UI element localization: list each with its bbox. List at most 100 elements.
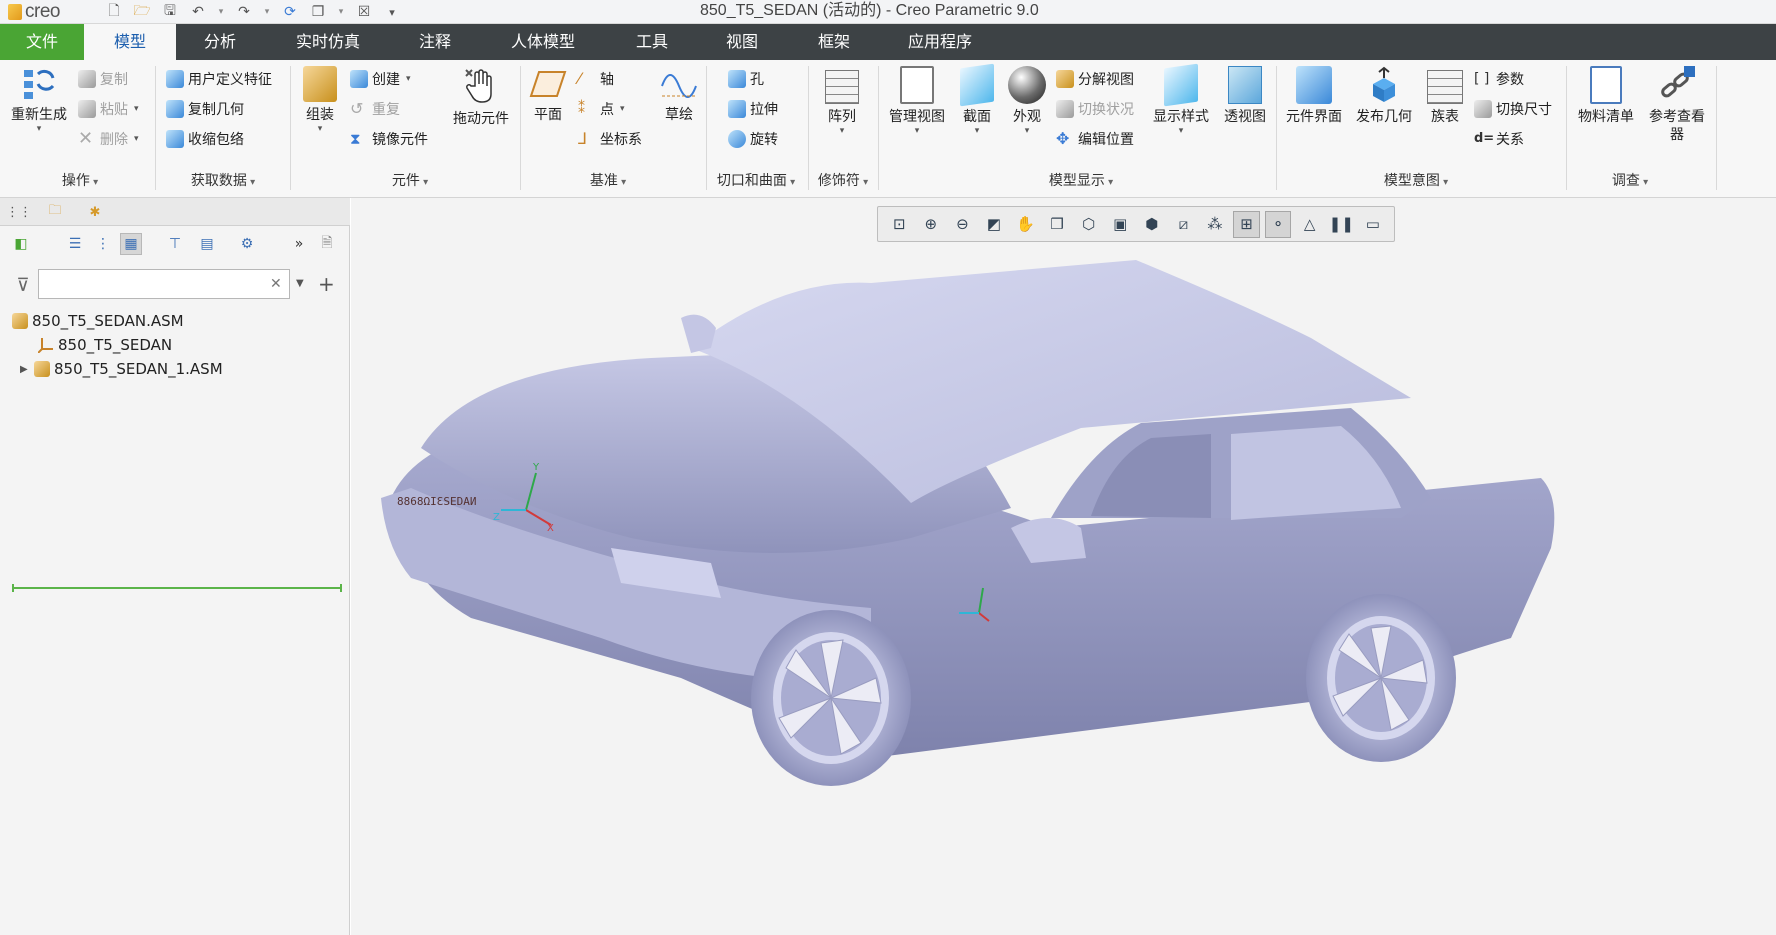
chevron-down-icon[interactable]: ▾: [1148, 126, 1214, 136]
tree-search-input[interactable]: [38, 269, 290, 299]
group-label-investigate[interactable]: 调查: [1590, 170, 1670, 190]
perspective-button[interactable]: 透视图: [1216, 66, 1274, 126]
chevron-down-icon[interactable]: ▾: [134, 104, 139, 114]
tab-framework[interactable]: 框架: [788, 24, 880, 60]
group-label-get-data[interactable]: 获取数据: [178, 170, 268, 190]
settings-gear-icon[interactable]: ⚙: [236, 233, 258, 255]
appearance-button[interactable]: 外观 ▾: [1004, 66, 1050, 136]
tree-item-csys[interactable]: 850_T5_SEDAN: [37, 334, 172, 356]
paste-button[interactable]: 粘贴 ▾: [78, 98, 139, 120]
explode-view-button[interactable]: 分解视图: [1056, 68, 1134, 90]
repeat-button[interactable]: ↺ 重复: [350, 98, 400, 120]
tree-structure-icon[interactable]: ⋮: [92, 233, 114, 255]
save-icon[interactable]: 🖫: [160, 3, 180, 21]
tab-manikin[interactable]: 人体模型: [478, 24, 608, 60]
tab-applications[interactable]: 应用程序: [880, 24, 1000, 60]
folder-browser-tab-icon[interactable]: 🗀: [44, 201, 66, 223]
axis-button[interactable]: ⁄ 轴: [578, 68, 614, 90]
mirror-component-button[interactable]: ⧗ 镜像元件: [350, 128, 428, 150]
tree-columns-icon[interactable]: ▦: [120, 233, 142, 255]
hole-button[interactable]: 孔: [728, 68, 764, 90]
relations-button[interactable]: d= 关系: [1474, 128, 1524, 150]
parameters-button[interactable]: [ ] 参数: [1474, 68, 1524, 90]
edit-position-button[interactable]: ✥ 编辑位置: [1056, 128, 1134, 150]
manage-views-button[interactable]: 管理视图 ▾: [882, 66, 952, 136]
more-chevron-icon[interactable]: »: [288, 233, 310, 255]
chevron-down-icon[interactable]: ▾: [882, 126, 952, 136]
shrinkwrap-button[interactable]: 收缩包络: [166, 128, 244, 150]
regenerate-button[interactable]: 重新生成 ▾: [4, 66, 74, 134]
chevron-down-icon[interactable]: ▾: [134, 134, 139, 144]
model-cube-icon[interactable]: ◧: [10, 233, 32, 255]
toggle-status-button[interactable]: 切换状况: [1056, 98, 1134, 120]
copy-button[interactable]: 复制: [78, 68, 128, 90]
group-label-datum[interactable]: 基准: [566, 170, 650, 190]
show-list-icon[interactable]: ☰: [64, 233, 86, 255]
windows-icon[interactable]: ❐: [308, 3, 328, 21]
tree-document-icon[interactable]: 🗎: [316, 233, 338, 255]
chevron-down-icon[interactable]: ▾: [620, 104, 625, 114]
model-tree-tab-icon[interactable]: ⋮⋮: [6, 201, 32, 223]
expand-arrow-icon[interactable]: ▶: [20, 364, 30, 375]
group-label-cut-surface[interactable]: 切口和曲面: [708, 170, 804, 190]
group-label-operations[interactable]: 操作: [40, 170, 120, 190]
clear-search-icon[interactable]: ✕: [270, 276, 282, 292]
regenerate-quick-icon[interactable]: ⟳: [280, 3, 300, 21]
chevron-down-icon[interactable]: ▾: [1004, 126, 1050, 136]
pattern-button[interactable]: 阵列 ▾: [812, 66, 872, 136]
csys-button[interactable]: ⅃ 坐标系: [578, 128, 642, 150]
create-button[interactable]: 创建 ▾: [350, 68, 411, 90]
switch-dimensions-button[interactable]: 切换尺寸: [1474, 98, 1552, 120]
filter-icon[interactable]: ⊽: [12, 274, 34, 296]
copy-geometry-button[interactable]: 复制几何: [166, 98, 244, 120]
assemble-button[interactable]: 组装 ▾: [294, 66, 346, 134]
display-style-button[interactable]: 显示样式 ▾: [1148, 63, 1214, 136]
customize-toolbar-icon[interactable]: ▾: [382, 3, 402, 21]
drag-component-button[interactable]: 拖动元件: [446, 66, 516, 128]
publish-geometry-button[interactable]: 发布几何: [1350, 66, 1418, 126]
tree-item-subassembly[interactable]: ▶ 850_T5_SEDAN_1.ASM: [20, 358, 223, 380]
chevron-down-icon[interactable]: ▾: [294, 124, 346, 134]
group-label-modifiers[interactable]: 修饰符: [808, 170, 878, 190]
tab-file[interactable]: 文件: [0, 24, 84, 60]
tab-annotate[interactable]: 注释: [392, 24, 478, 60]
chevron-down-icon[interactable]: ▾: [812, 126, 872, 136]
add-filter-icon[interactable]: +: [318, 272, 335, 296]
search-dropdown-icon[interactable]: ▼: [296, 278, 304, 289]
point-button[interactable]: ⁑ 点 ▾: [578, 98, 625, 120]
component-interface-button[interactable]: 元件界面: [1280, 66, 1348, 126]
favorites-tab-icon[interactable]: ✱: [84, 201, 106, 223]
section-button[interactable]: 截面 ▾: [954, 63, 1000, 136]
extrude-button[interactable]: 拉伸: [728, 98, 778, 120]
family-table-button[interactable]: 族表: [1420, 66, 1470, 126]
car-model-3d[interactable]: 8868ΩIƐSEDAИ Y X Z: [351, 198, 1776, 935]
sketch-button[interactable]: 草绘: [654, 66, 704, 124]
chevron-down-icon[interactable]: ▾: [406, 74, 411, 84]
insert-here-indicator[interactable]: [12, 584, 342, 592]
plane-button[interactable]: 平面: [524, 66, 572, 124]
open-folder-icon[interactable]: 🗁: [132, 3, 152, 21]
group-label-model-intent[interactable]: 模型意图: [1370, 170, 1462, 190]
undo-dropdown-icon[interactable]: ▾: [216, 3, 226, 21]
windows-dropdown-icon[interactable]: ▾: [336, 3, 346, 21]
reference-viewer-button[interactable]: 参考查看 器: [1642, 66, 1712, 144]
tree-item-assembly-root[interactable]: 850_T5_SEDAN.ASM: [12, 310, 184, 332]
new-file-icon[interactable]: 🗋: [104, 3, 124, 21]
delete-button[interactable]: ✕ 删除 ▾: [78, 128, 139, 150]
group-label-model-display[interactable]: 模型显示: [1036, 170, 1126, 190]
tab-model[interactable]: 模型: [84, 24, 176, 60]
udf-button[interactable]: 用户定义特征: [166, 68, 272, 90]
tab-tools[interactable]: 工具: [608, 24, 696, 60]
chevron-down-icon[interactable]: ▾: [4, 124, 74, 134]
graphics-viewport[interactable]: ⊡ ⊕ ⊖ ◩ ✋ ❒ ⬡ ▣ ⬢ ⧄ ⁂ ⊞ ⚬ △ ❚❚ ▭ 8868ΩIƐ…: [351, 198, 1776, 935]
tab-view[interactable]: 视图: [696, 24, 788, 60]
tree-filters-icon[interactable]: ⊤: [164, 233, 186, 255]
tab-live-simulation[interactable]: 实时仿真: [264, 24, 392, 60]
undo-icon[interactable]: ↶: [188, 3, 208, 21]
redo-dropdown-icon[interactable]: ▾: [262, 3, 272, 21]
tab-analysis[interactable]: 分析: [176, 24, 264, 60]
chevron-down-icon[interactable]: ▾: [954, 126, 1000, 136]
close-window-icon[interactable]: ☒: [354, 3, 374, 21]
bom-button[interactable]: 物料清单: [1572, 66, 1640, 126]
tree-layers-icon[interactable]: ▤: [196, 233, 218, 255]
